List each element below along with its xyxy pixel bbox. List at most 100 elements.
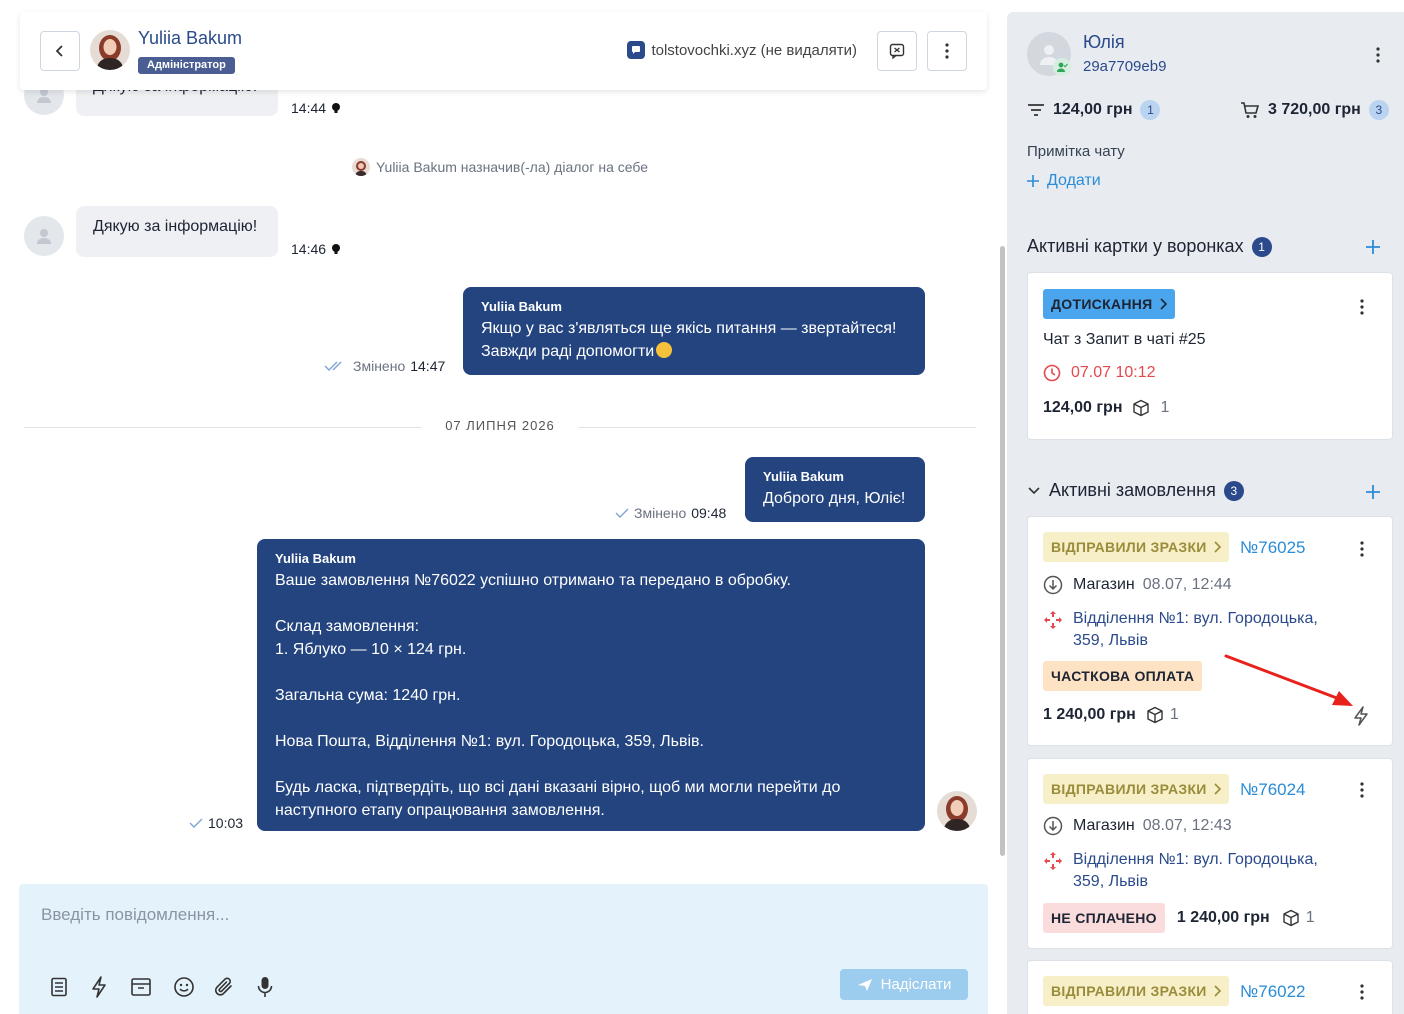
cart-total[interactable]: 3 720,00 грн 3 — [1240, 100, 1389, 120]
stage-label: ДОТИСКАННЯ — [1051, 296, 1153, 312]
lightning-icon — [92, 976, 106, 998]
microphone-icon — [257, 977, 273, 997]
agent-photo-icon — [351, 158, 370, 176]
kebab-menu-icon — [1376, 47, 1380, 63]
order-delivery: Відділення №1: вул. Городоцька, 359, Льв… — [1043, 608, 1318, 652]
message-meta: Змінено 09:48 — [615, 505, 726, 521]
message-text: Дякую за інформацію! — [93, 218, 258, 235]
order-price: 1 240,00 грн — [1176, 909, 1270, 926]
contact-avatar-small — [24, 216, 64, 256]
kebab-menu-icon — [945, 43, 949, 59]
time-text: 14:44 — [291, 100, 327, 116]
order-source: Магазин 08.07, 12:44 — [1043, 575, 1232, 595]
edited-label: Змінено — [353, 358, 406, 374]
message-input[interactable] — [41, 900, 941, 930]
client-sidebar: Юлія 29a7709eb9 124,00 грн 1 3 720,00 гр… — [1007, 12, 1404, 1014]
order-card[interactable]: ВІДПРАВИЛИ ЗРАЗКИ №76025 Магазин 08.07, … — [1027, 516, 1393, 746]
chevron-right-icon — [1214, 783, 1221, 795]
check-icon — [189, 818, 203, 828]
message-text: Доброго дня, Юліє! — [763, 490, 906, 507]
back-button[interactable] — [40, 31, 80, 71]
order-price: 1 240,00 грн — [1043, 706, 1136, 723]
attach-button[interactable] — [211, 974, 237, 1000]
order-number-link[interactable]: №76024 — [1240, 780, 1306, 800]
plus-icon — [1366, 240, 1380, 254]
add-note-label: Додати — [1047, 172, 1101, 189]
contact-menu-button[interactable] — [1368, 43, 1388, 67]
message-text: Будь ласка, підтвердіть, що всі дані вка… — [275, 779, 841, 796]
payment-status-badge: ЧАСТКОВА ОПЛАТА — [1043, 661, 1203, 691]
product-button[interactable] — [128, 974, 154, 1000]
funnel-count-badge: 1 — [1140, 100, 1161, 120]
card-deadline: 07.07 10:12 — [1043, 364, 1156, 382]
order-card[interactable]: ВІДПРАВИЛИ ЗРАЗКИ №76022 — [1027, 960, 1393, 1014]
message-text: Нова Пошта, Відділення №1: вул. Городоць… — [275, 733, 704, 750]
more-options-button[interactable] — [927, 31, 967, 71]
chat-note-label: Примітка чату — [1027, 143, 1125, 160]
quick-action-button[interactable] — [86, 974, 112, 1000]
stage-badge[interactable]: ВІДПРАВИЛИ ЗРАЗКИ — [1043, 976, 1229, 1006]
scrollbar[interactable] — [1000, 246, 1005, 856]
add-order-button[interactable] — [1363, 482, 1383, 502]
order-items-count: 1 — [1305, 909, 1315, 926]
kebab-menu-icon — [1360, 782, 1364, 798]
stage-label: ВІДПРАВИЛИ ЗРАЗКИ — [1051, 539, 1207, 555]
section-count-badge: 3 — [1223, 480, 1244, 501]
nova-poshta-icon — [1044, 611, 1062, 629]
order-menu-button[interactable] — [1352, 537, 1372, 561]
role-badge: Адміністратор — [138, 57, 235, 74]
template-button[interactable] — [46, 974, 72, 1000]
delivery-address[interactable]: Відділення №1: вул. Городоцька, 359, Льв… — [1073, 849, 1318, 893]
stage-badge[interactable]: ВІДПРАВИЛИ ЗРАЗКИ — [1043, 532, 1229, 562]
address-line: Відділення №1: вул. Городоцька, — [1073, 851, 1318, 868]
order-source: Магазин 08.07, 12:43 — [1043, 816, 1232, 836]
delivery-address[interactable]: Відділення №1: вул. Городоцька, 359, Льв… — [1073, 608, 1318, 652]
order-source-text: Магазин — [1073, 817, 1135, 834]
send-button[interactable]: Надіслати — [840, 969, 968, 1000]
agent-photo-icon — [90, 30, 130, 70]
emoji-button[interactable] — [171, 974, 197, 1000]
order-menu-button[interactable] — [1352, 778, 1372, 802]
order-quick-action-button[interactable] — [1350, 705, 1372, 727]
message-square-icon — [632, 46, 641, 54]
chat-header: Yuliia Bakum Адміністратор tolstovochki.… — [20, 12, 987, 90]
chevron-down-icon — [1028, 486, 1040, 494]
contact-name[interactable]: Юлія — [1083, 32, 1125, 53]
close-dialog-button[interactable] — [877, 31, 917, 71]
user-icon — [37, 229, 51, 244]
time-text: 10:03 — [208, 815, 244, 831]
message-text: 1. Яблуко — 10 × 124 грн. — [275, 641, 467, 658]
card-menu-button[interactable] — [1352, 295, 1372, 319]
voice-button[interactable] — [252, 974, 278, 1000]
date-label: 07 ЛИПНЯ 2026 — [445, 418, 555, 433]
message-list[interactable]: Дякую за інформацію! 14:44 Yuliia Bakum … — [0, 0, 1000, 870]
agent-name[interactable]: Yuliia Bakum — [138, 28, 242, 49]
order-source-text: Магазин — [1073, 576, 1135, 593]
funnel-card[interactable]: ДОТИСКАННЯ Чат з Запит в чаті #25 07.07 … — [1027, 272, 1393, 440]
order-menu-button[interactable] — [1352, 980, 1372, 1004]
add-funnel-card-button[interactable] — [1363, 237, 1383, 257]
double-check-icon — [324, 361, 342, 371]
funnel-total[interactable]: 124,00 грн 1 — [1027, 100, 1161, 120]
funnel-total-value: 124,00 грн — [1053, 101, 1133, 118]
add-note-button[interactable]: Додати — [1027, 172, 1101, 190]
card-summary: 124,00 грн 1 — [1043, 399, 1169, 417]
orders-section-title[interactable]: Активні замовлення 3 — [1027, 480, 1244, 501]
box-icon — [1133, 399, 1150, 417]
order-card[interactable]: ВІДПРАВИЛИ ЗРАЗКИ №76024 Магазин 08.07, … — [1027, 758, 1393, 949]
cart-total-value: 3 720,00 грн — [1268, 101, 1361, 118]
app: Дякую за інформацію! 14:44 Yuliia Bakum … — [0, 0, 1404, 1014]
stage-badge[interactable]: ВІДПРАВИЛИ ЗРАЗКИ — [1043, 774, 1229, 804]
channel-label[interactable]: tolstovochki.xyz (не видаляти) — [627, 41, 857, 59]
smile-icon — [174, 977, 194, 997]
order-number-link[interactable]: №76022 — [1240, 982, 1306, 1002]
outgoing-message: Yuliia Bakum Ваше замовлення №76022 успі… — [257, 539, 925, 831]
edited-label: Змінено — [634, 505, 687, 521]
card-items-count: 1 — [1160, 399, 1170, 416]
online-status — [1053, 58, 1071, 76]
time-text: 14:46 — [291, 241, 327, 257]
contact-id[interactable]: 29a7709eb9 — [1083, 58, 1166, 75]
bulb-icon — [332, 244, 341, 254]
stage-badge[interactable]: ДОТИСКАННЯ — [1043, 289, 1175, 319]
order-number-link[interactable]: №76025 — [1240, 538, 1306, 558]
